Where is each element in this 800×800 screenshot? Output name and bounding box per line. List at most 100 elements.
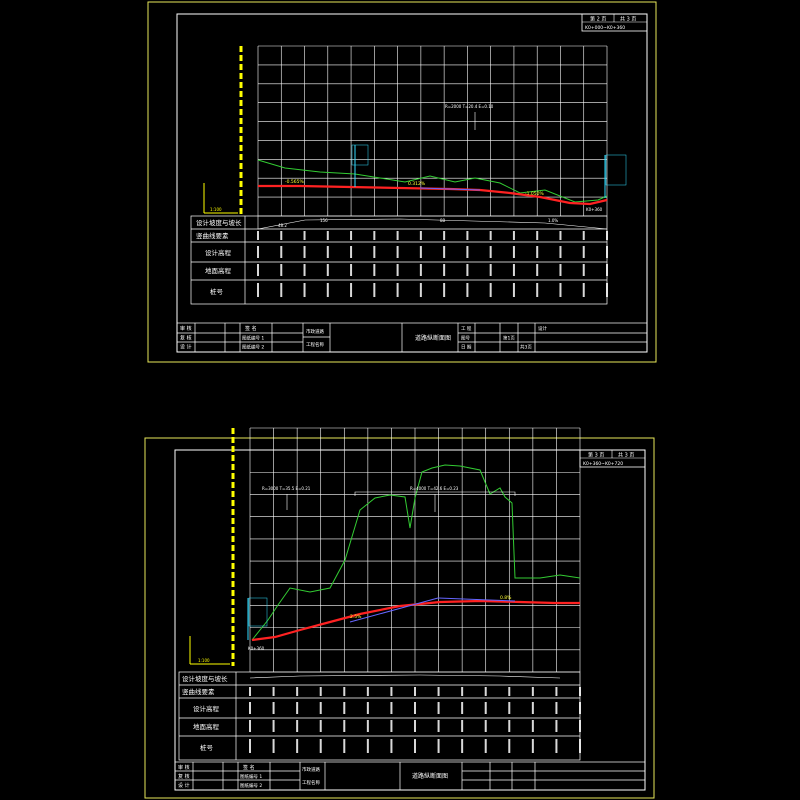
- sheet-1-value-mark: [396, 246, 399, 258]
- sheet-1-value-mark: [466, 283, 469, 297]
- sheet-1-tb-sub: 工程名称: [306, 341, 324, 348]
- sheet-1-value-mark: [257, 246, 259, 258]
- sheet-2-tb-a3: 设 计: [178, 782, 190, 789]
- sheet-2-ground-line: [251, 464, 581, 641]
- sheet-1-value-mark: [419, 246, 422, 258]
- sheet-1-value-mark: [606, 246, 608, 258]
- sheet-1-value-mark: [326, 283, 329, 297]
- sheet-1-value-mark: [350, 264, 353, 276]
- sheet-2-value-mark: [461, 687, 464, 696]
- sheet-1-value-mark: [303, 246, 306, 258]
- sheet-1-value-mark: [466, 231, 469, 240]
- sheet-2-value-mark: [508, 702, 511, 714]
- sheet-1-tb-a3: 设 计: [180, 344, 192, 351]
- sheet-2-tb-b1: 签 名: [243, 764, 255, 771]
- sheet-2-value-mark: [272, 702, 275, 714]
- sheet-1-value-mark: [582, 283, 585, 297]
- sheet-2-value-mark: [461, 720, 464, 732]
- sheet-2-curve-note-left: R=3000 T=35.5 E=0.21: [262, 486, 311, 491]
- sheet-2-value-mark: [366, 687, 369, 696]
- sheet-2-tb-project: 市政道路: [302, 766, 320, 773]
- sheet-2-row-label-curve: 竖曲线要素: [182, 687, 215, 696]
- sheet-2-value-mark: [484, 702, 487, 714]
- sheet-1-tb-r5: 共3页: [520, 344, 532, 351]
- sheet-2-row-label-slope: 设计坡度与坡长: [182, 674, 228, 683]
- sheet-2-value-mark: [555, 687, 558, 696]
- sheet-2-index-a: 第 3 页: [588, 452, 604, 459]
- sheet-2-value-mark: [484, 687, 487, 696]
- sheet-1-index-range: K0+000~K0+360: [585, 25, 625, 31]
- sheet-1-drawing-title: 道路纵断面图: [415, 334, 451, 342]
- sheet-1-row-labels: 设计坡度与坡长 竖曲线要素 设计高程 地面高程 桩号: [196, 218, 242, 296]
- sheet-2-value-mark: [437, 702, 440, 714]
- sheet-1-slope-length-4: 1.0%: [548, 218, 558, 223]
- sheet-2-value-mark: [531, 739, 534, 753]
- sheet-1-value-mark: [559, 264, 562, 276]
- sheet-2-value-mark: [296, 687, 299, 696]
- sheet-1-value-mark: [489, 246, 492, 258]
- sheet-1-tb-r2: 图号: [461, 336, 470, 342]
- sheet-1-value-mark: [350, 231, 353, 240]
- sheet-2-tb-a1: 审 核: [178, 764, 190, 771]
- sheet-2-slope-line-1: [349, 597, 439, 623]
- sheet-2-value-mark: [296, 720, 299, 732]
- sheet-2-value-mark: [366, 720, 369, 732]
- sheet-2-index-box: 第 3 页 共 3 页 K0+360~K0+720: [579, 449, 646, 468]
- sheet-1-value-mark: [443, 231, 446, 240]
- sheet-2-value-mark: [555, 739, 558, 753]
- sheet-1-value-mark: [350, 246, 353, 258]
- sheet-2-value-mark: [484, 739, 487, 753]
- sheet-1-value-mark: [373, 264, 376, 276]
- sheet-1-row-label-slope: 设计坡度与坡长: [196, 218, 242, 227]
- sheet-2-tb-c2: 图纸编号 1: [240, 773, 262, 780]
- sheet-1-value-mark: [582, 231, 585, 240]
- sheet-1-value-mark: [280, 264, 283, 276]
- sheet-1-value-mark: [606, 231, 608, 240]
- sheet-1-value-mark: [257, 283, 259, 297]
- sheet-1-value-mark: [512, 264, 515, 276]
- sheet-2-value-mark: [414, 739, 416, 753]
- sheet-1-tb-r6: 设计: [538, 325, 547, 332]
- sheet-2-value-mark: [296, 739, 299, 753]
- sheet-1-data-table: [190, 215, 608, 305]
- sheet-2-value-mark: [579, 702, 581, 714]
- sheet-1-value-mark: [396, 283, 399, 297]
- sheet-1-row-label-design: 设计高程: [205, 248, 232, 257]
- sheet-2-scale-bar: 1:100: [189, 428, 235, 666]
- sheet-2-table-values: [249, 687, 581, 753]
- sheet-1-value-mark: [326, 264, 329, 276]
- sheet-2-value-mark: [579, 687, 581, 696]
- sheet-1-slope-length-1: 48.2: [278, 223, 287, 228]
- sheet-2-data-table: [178, 671, 581, 761]
- sheet-2-value-mark: [437, 739, 440, 753]
- sheet-2-value-mark: [390, 702, 393, 714]
- sheet-1-value-mark: [559, 283, 562, 297]
- sheet-2-value-mark: [508, 739, 511, 753]
- sheet-1-value-mark: [280, 283, 283, 297]
- sheet-2-value-mark: [249, 720, 251, 732]
- sheet-2-value-mark: [414, 720, 416, 732]
- sheet-2-value-mark: [579, 739, 581, 753]
- drawing-canvas: 第 2 页 共 3 页 K0+000~K0+360 1:100 -0.565% …: [144, 1, 657, 799]
- sheet-2-value-mark: [390, 687, 393, 696]
- sheet-1-tb-project: 市政道路: [306, 328, 324, 335]
- sheet-2-value-mark: [272, 739, 275, 753]
- sheet-1-value-mark: [582, 264, 585, 276]
- sheet-2-value-mark: [272, 687, 275, 696]
- sheet-2-value-mark: [366, 739, 369, 753]
- sheet-2-value-mark: [555, 702, 558, 714]
- sheet-1-slope-label-2: 0.312%: [408, 181, 426, 187]
- sheet-2-value-mark: [366, 702, 369, 714]
- sheet-1-value-mark: [489, 283, 492, 297]
- sheet-2-index-range: K0+360~K0+720: [583, 461, 623, 467]
- sheet-2-tb-sub: 工程名称: [302, 779, 320, 786]
- sheet-1-value-mark: [443, 246, 446, 258]
- sheet-1-index-a: 第 2 页: [590, 16, 606, 23]
- sheet-2-value-mark: [461, 739, 464, 753]
- sheet-2-inner-frame: [174, 449, 646, 791]
- sheet-1-tb-c3: 图纸编号 2: [242, 344, 264, 351]
- sheet-1-value-mark: [280, 246, 283, 258]
- sheet-1-value-mark: [466, 246, 469, 258]
- sheet-1-value-mark: [443, 283, 446, 297]
- sheet-2-design-line: [251, 599, 580, 642]
